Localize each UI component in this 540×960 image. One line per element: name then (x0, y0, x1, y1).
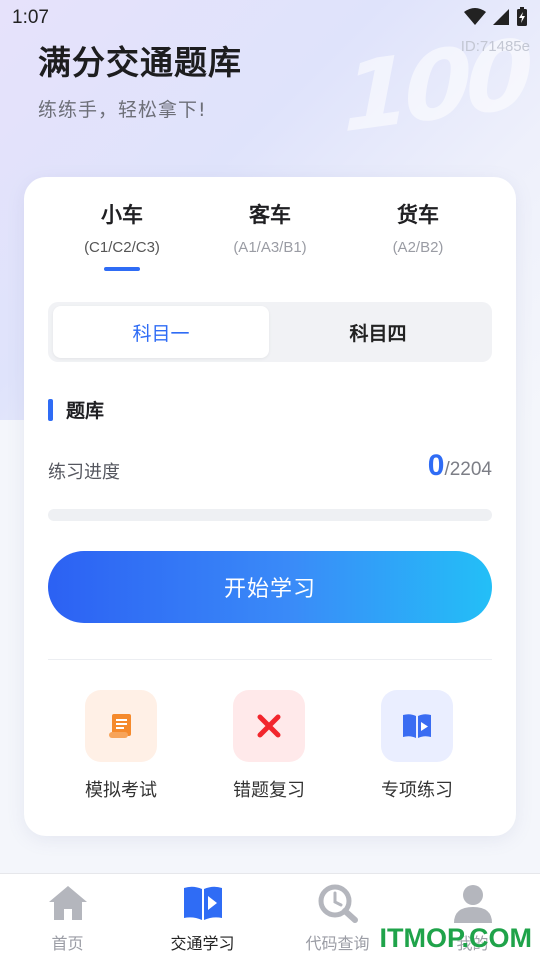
tab-small-car[interactable]: 小车 (C1/C2/C3) (47, 199, 197, 256)
progress-total-count: /2204 (444, 459, 492, 480)
tab-bus[interactable]: 客车 (A1/A3/B1) (195, 199, 345, 256)
start-study-button[interactable]: 开始学习 (48, 551, 492, 623)
nav-label: 首页 (51, 934, 84, 953)
cross-icon (233, 690, 305, 762)
section-title: 题库 (66, 400, 105, 422)
nav-label: 交通学习 (170, 934, 235, 953)
tool-grid: 模拟考试 错题复习 专项练习 (24, 690, 516, 810)
progress-bar (48, 509, 492, 521)
video-book-icon (381, 690, 453, 762)
active-tab-indicator (104, 267, 140, 271)
tab-license-classes: (A2/B2) (392, 239, 444, 256)
tab-name: 货车 (397, 203, 439, 227)
mock-exam-button[interactable]: 模拟考试 (47, 690, 195, 802)
status-bar: 1:07 (0, 0, 540, 36)
watermark-logo: ITMOP.COM (379, 923, 532, 953)
status-icons (464, 7, 528, 27)
status-time: 1:07 (12, 7, 49, 28)
subject-segmented-control: 科目一 科目四 (48, 302, 492, 362)
progress-count: 0 /2204 (428, 449, 492, 483)
page-subtitle: 练练手，轻松拿下! (38, 99, 207, 121)
subject-four-button[interactable]: 科目四 (270, 306, 486, 358)
progress-done-count: 0 (427, 449, 445, 482)
progress-label: 练习进度 (48, 462, 120, 483)
study-card: 小车 (C1/C2/C3) 客车 (A1/A3/B1) 货车 (A2/B2) 科… (24, 177, 516, 836)
battery-icon (517, 7, 527, 26)
vehicle-tabs: 小车 (C1/C2/C3) 客车 (A1/A3/B1) 货车 (A2/B2) (24, 199, 516, 279)
home-icon (0, 882, 135, 924)
tab-name: 客车 (249, 203, 291, 227)
signal-icon (493, 9, 509, 25)
tool-label: 模拟考试 (85, 780, 157, 801)
subject-one-button[interactable]: 科目一 (53, 306, 269, 358)
page-title: 满分交通题库 (38, 43, 242, 82)
book-play-icon (135, 882, 270, 924)
tab-license-classes: (A1/A3/B1) (233, 239, 307, 256)
nav-item-traffic-study[interactable]: 交通学习 (135, 882, 270, 954)
section-accent-bar (48, 398, 53, 421)
wifi-icon (464, 8, 486, 25)
tab-license-classes: (C1/C2/C3) (84, 239, 160, 256)
exam-scroll-icon (85, 690, 157, 762)
tool-label: 错题复习 (233, 780, 305, 801)
page-id: ID:71485e (460, 38, 530, 55)
tab-truck[interactable]: 货车 (A2/B2) (343, 199, 493, 256)
divider (48, 659, 492, 660)
section-header: 题库 (48, 396, 104, 423)
special-practice-button[interactable]: 专项练习 (343, 690, 491, 802)
user-icon (405, 882, 540, 924)
tool-label: 专项练习 (381, 780, 453, 801)
nav-item-home[interactable]: 首页 (0, 882, 135, 954)
search-icon (270, 882, 405, 924)
wrong-question-review-button[interactable]: 错题复习 (195, 690, 343, 802)
tab-name: 小车 (101, 203, 143, 227)
